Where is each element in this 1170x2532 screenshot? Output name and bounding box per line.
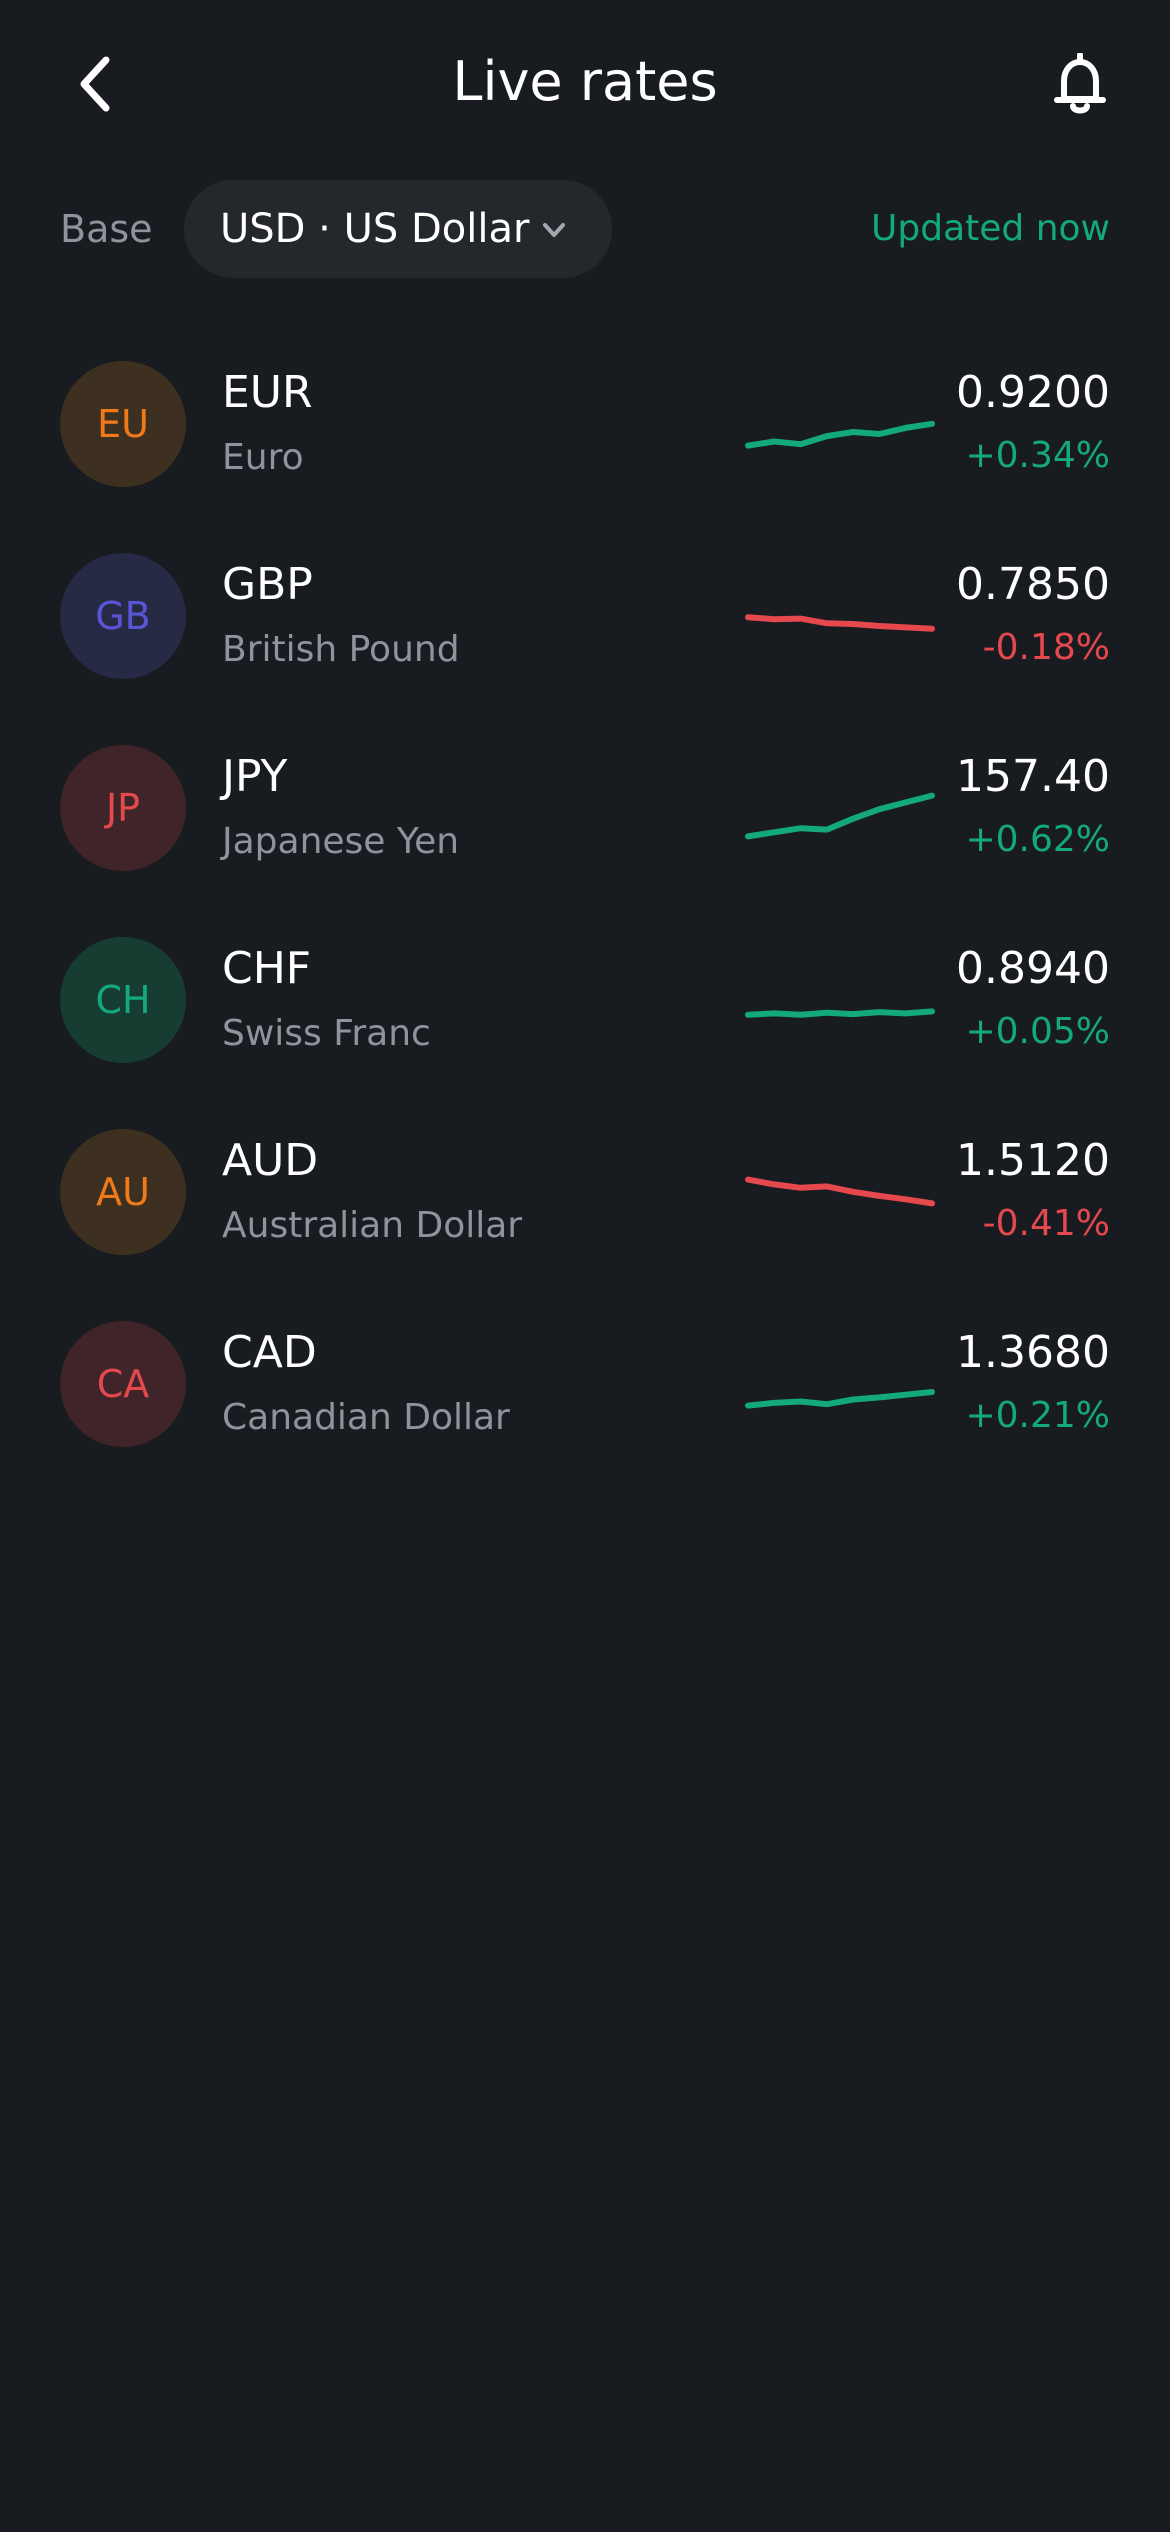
sparkline-trend — [745, 420, 935, 449]
notifications-button[interactable] — [1042, 46, 1118, 122]
currency-badge: JP — [60, 745, 186, 871]
rate-row-chf[interactable]: CH CHF Swiss Franc 0.8940 +0.05% — [0, 928, 1170, 1120]
currency-name: Canadian Dollar — [222, 1397, 510, 1438]
currency-badge: EU — [60, 361, 186, 487]
sparkline-trend — [745, 1176, 935, 1207]
rates-list: EU EUR Euro 0.9200 +0.34% GB GBP British… — [0, 352, 1170, 1504]
exchange-rate: 0.8940 — [956, 943, 1110, 994]
currency-badge: AU — [60, 1129, 186, 1255]
rate-change: +0.34% — [965, 435, 1110, 476]
sparkline-trend — [745, 614, 935, 632]
rate-row-jpy[interactable]: JP JPY Japanese Yen 157.40 +0.62% — [0, 736, 1170, 928]
exchange-rate: 1.5120 — [956, 1135, 1110, 1186]
rate-row-gbp[interactable]: GB GBP British Pound 0.7850 -0.18% — [0, 544, 1170, 736]
base-currency-bar: Base USD · US Dollar Updated now — [0, 180, 1170, 280]
rate-row-eur[interactable]: EU EUR Euro 0.9200 +0.34% — [0, 352, 1170, 544]
currency-code: CAD — [222, 1327, 317, 1378]
currency-code: CHF — [222, 943, 312, 994]
currency-badge: CH — [60, 937, 186, 1063]
page-title: Live rates — [452, 50, 718, 113]
rate-row-cad[interactable]: CA CAD Canadian Dollar 1.3680 +0.21% — [0, 1312, 1170, 1504]
bell-icon — [1054, 53, 1106, 114]
chevron-down-icon — [543, 223, 565, 237]
top-bar: Live rates — [0, 0, 1170, 170]
exchange-rate: 0.7850 — [956, 559, 1110, 610]
currency-name: Swiss Franc — [222, 1013, 431, 1054]
currency-code: JPY — [222, 751, 288, 802]
currency-name: British Pound — [222, 629, 460, 670]
sparkline-trend — [745, 1008, 935, 1018]
currency-badge: CA — [60, 1321, 186, 1447]
currency-name: Euro — [222, 437, 304, 478]
currency-code: GBP — [222, 559, 313, 610]
base-label: Base — [60, 207, 153, 251]
exchange-rate: 0.9200 — [956, 367, 1110, 418]
currency-name: Australian Dollar — [222, 1205, 523, 1246]
exchange-rate: 1.3680 — [956, 1327, 1110, 1378]
sparkline-trend — [745, 1389, 935, 1409]
updated-status: Updated now — [871, 208, 1110, 249]
currency-code: AUD — [222, 1135, 319, 1186]
rate-change: +0.05% — [965, 1011, 1110, 1052]
currency-name: Japanese Yen — [222, 821, 460, 862]
base-currency-value: USD · US Dollar — [220, 206, 530, 252]
sparkline-trend — [745, 792, 935, 840]
rate-change: -0.41% — [982, 1203, 1110, 1244]
currency-code: EUR — [222, 367, 313, 418]
currency-badge: GB — [60, 553, 186, 679]
rate-change: +0.62% — [965, 819, 1110, 860]
base-currency-select[interactable]: USD · US Dollar — [184, 180, 612, 278]
exchange-rate: 157.40 — [956, 751, 1110, 802]
rate-change: +0.21% — [965, 1395, 1110, 1436]
rate-change: -0.18% — [982, 627, 1110, 668]
rate-row-aud[interactable]: AU AUD Australian Dollar 1.5120 -0.41% — [0, 1120, 1170, 1312]
